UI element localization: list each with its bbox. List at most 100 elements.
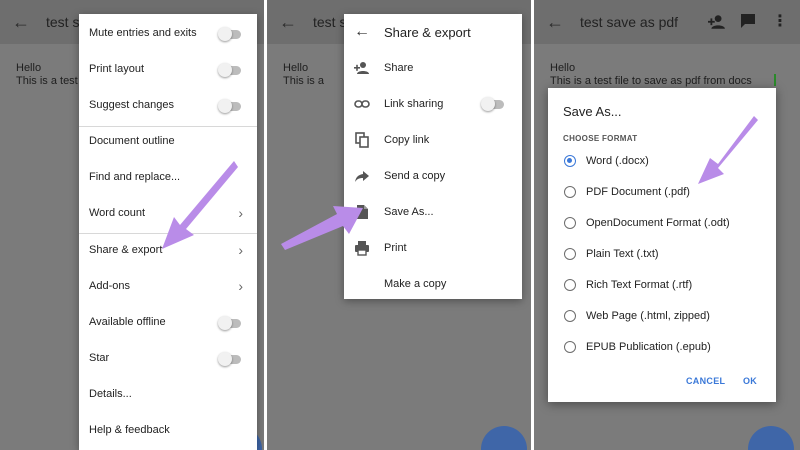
document-body: Hello This is a test file to save as pdf…	[550, 62, 752, 88]
menu-item-send-copy[interactable]: Send a copy	[344, 158, 522, 194]
add-person-icon[interactable]	[708, 13, 726, 31]
save-as-dialog: Save As... CHOOSE FORMAT Word (.docx) PD…	[548, 88, 776, 402]
format-option-txt[interactable]: Plain Text (.txt)	[548, 239, 776, 269]
back-arrow-icon[interactable]: ←	[279, 12, 299, 32]
cancel-button[interactable]: CANCEL	[686, 376, 725, 386]
radio-button[interactable]	[564, 186, 576, 198]
menu-item-label: Help & feedback	[89, 424, 170, 436]
format-option-label: Plain Text (.txt)	[586, 248, 659, 260]
toggle-switch[interactable]	[218, 316, 241, 330]
format-option-docx[interactable]: Word (.docx)	[548, 146, 776, 176]
text-cursor	[774, 74, 776, 86]
menu-item-label: Send a copy	[384, 170, 446, 182]
edit-fab-button[interactable]	[748, 426, 794, 450]
menu-item-copy-link[interactable]: Copy link	[344, 122, 522, 158]
document-line: Hello	[16, 62, 42, 74]
toggle-switch[interactable]	[481, 97, 504, 111]
format-option-label: Web Page (.html, zipped)	[586, 310, 710, 322]
menu-item-label: Mute entries and exits	[89, 27, 197, 39]
menu-item-label: Star	[89, 352, 110, 364]
menu-item-suggest-changes[interactable]: Suggest changes	[79, 88, 257, 124]
menu-item-available-offline[interactable]: Available offline	[79, 305, 257, 341]
radio-button-selected[interactable]	[564, 155, 576, 167]
toggle-switch[interactable]	[218, 27, 241, 41]
toggle-switch[interactable]	[218, 99, 241, 113]
document-body: Hello This is a test fil	[16, 62, 89, 88]
format-option-html[interactable]: Web Page (.html, zipped)	[548, 301, 776, 331]
menu-item-make-copy[interactable]: Make a copy	[344, 266, 522, 302]
toggle-switch[interactable]	[218, 63, 241, 77]
more-vertical-icon[interactable]: ⋮	[772, 13, 788, 31]
format-option-rtf[interactable]: Rich Text Format (.rtf)	[548, 270, 776, 300]
share-export-menu: ← Share & export Share Link sharing Copy…	[344, 14, 522, 299]
menu-item-share-export[interactable]: Share & export ›	[79, 233, 257, 269]
radio-button[interactable]	[564, 341, 576, 353]
menu-item-mute-entries[interactable]: Mute entries and exits	[79, 16, 257, 52]
format-option-odt[interactable]: OpenDocument Format (.odt)	[548, 208, 776, 238]
radio-button[interactable]	[564, 279, 576, 291]
menu-item-label: Share	[384, 62, 414, 74]
document-title: test s	[46, 14, 80, 30]
menu-item-word-count[interactable]: Word count ›	[79, 196, 257, 232]
menu-item-label: Word count	[89, 207, 146, 219]
document-title: test save as pdf	[580, 14, 679, 30]
add-person-icon	[354, 62, 369, 74]
chevron-right-icon: ›	[238, 278, 243, 294]
dialog-title: Save As...	[563, 104, 622, 119]
menu-item-label: Available offline	[89, 316, 166, 328]
document-line: This is a test file to save as pdf from …	[550, 75, 752, 87]
radio-button[interactable]	[564, 248, 576, 260]
forward-arrow-icon	[355, 171, 369, 182]
copy-icon	[355, 132, 369, 148]
format-option-pdf[interactable]: PDF Document (.pdf)	[548, 177, 776, 207]
menu-item-help-feedback[interactable]: Help & feedback	[79, 413, 257, 449]
back-arrow-icon[interactable]: ←	[354, 23, 370, 41]
menu-item-find-replace[interactable]: Find and replace...	[79, 160, 257, 196]
menu-item-details[interactable]: Details...	[79, 377, 257, 413]
ok-button[interactable]: OK	[743, 376, 757, 386]
menu-item-document-outline[interactable]: Document outline	[79, 124, 257, 160]
menu-item-print[interactable]: Print	[344, 230, 522, 266]
menu-item-label: Find and replace...	[89, 171, 181, 183]
format-option-label: EPUB Publication (.epub)	[586, 341, 711, 353]
overflow-menu: Mute entries and exits Print layout Sugg…	[79, 14, 257, 450]
document-line: This is a test fil	[16, 75, 89, 87]
menu-item-label: Save As...	[384, 206, 434, 218]
menu-item-print-layout[interactable]: Print layout	[79, 52, 257, 88]
menu-item-add-ons[interactable]: Add-ons ›	[79, 269, 257, 305]
format-option-label: OpenDocument Format (.odt)	[586, 217, 730, 229]
menu-item-star[interactable]: Star	[79, 341, 257, 377]
menu-item-save-as[interactable]: Save As...	[344, 194, 522, 230]
format-option-epub[interactable]: EPUB Publication (.epub)	[548, 332, 776, 362]
menu-item-label: Suggest changes	[89, 99, 175, 111]
back-arrow-icon[interactable]: ←	[12, 12, 32, 32]
menu-item-label: Details...	[89, 388, 132, 400]
document-line: This is a	[283, 75, 324, 87]
menu-item-share[interactable]: Share	[344, 50, 522, 86]
chevron-right-icon: ›	[238, 242, 243, 258]
menu-item-label: Print	[384, 242, 407, 254]
document-line: Hello	[283, 62, 309, 74]
comment-icon[interactable]	[740, 13, 756, 29]
document-line: Hello	[550, 62, 576, 74]
edit-fab-button[interactable]	[481, 426, 527, 450]
format-option-label: PDF Document (.pdf)	[586, 186, 690, 198]
menu-item-label: Make a copy	[384, 278, 447, 290]
menu-item-label: Share & export	[89, 244, 163, 256]
format-option-label: Word (.docx)	[586, 155, 649, 167]
link-icon	[354, 100, 370, 108]
app-bar: ← test save as pdf ⋮	[534, 0, 800, 44]
file-icon	[357, 205, 368, 219]
chevron-right-icon: ›	[238, 205, 243, 221]
document-body: Hello This is a	[283, 62, 324, 88]
menu-item-label: Add-ons	[89, 280, 130, 292]
printer-icon	[355, 241, 369, 256]
menu-item-label: Document outline	[89, 135, 175, 147]
back-arrow-icon[interactable]: ←	[546, 12, 566, 32]
format-option-label: Rich Text Format (.rtf)	[586, 279, 693, 291]
toggle-switch[interactable]	[218, 352, 241, 366]
dialog-subtitle: CHOOSE FORMAT	[563, 134, 638, 143]
menu-item-link-sharing[interactable]: Link sharing	[344, 86, 522, 122]
radio-button[interactable]	[564, 217, 576, 229]
radio-button[interactable]	[564, 310, 576, 322]
